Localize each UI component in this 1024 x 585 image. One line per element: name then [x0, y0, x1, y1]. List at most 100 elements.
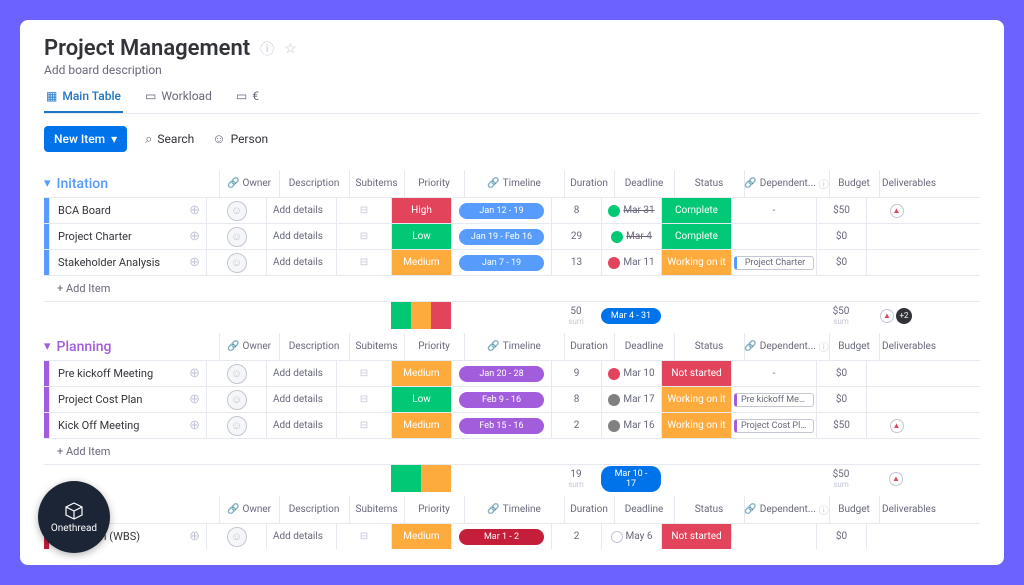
budget-cell[interactable]: $0: [816, 387, 866, 412]
table-row[interactable]: Kick Off Meeting⊕ ☺ Add details ⊟ Medium…: [44, 412, 980, 438]
owner-cell[interactable]: ☺: [206, 224, 266, 249]
deliverable-dot[interactable]: ▲: [890, 419, 904, 433]
col-dependent[interactable]: 🔗Dependent...ⓘ: [744, 496, 829, 523]
priority-cell[interactable]: High: [391, 198, 451, 223]
budget-cell[interactable]: $50: [816, 413, 866, 438]
description-cell[interactable]: Add details: [266, 524, 336, 549]
col-priority[interactable]: Priority: [404, 333, 464, 360]
avatar-icon[interactable]: ☺: [227, 416, 247, 436]
status-cell[interactable]: Complete: [661, 198, 731, 223]
expand-icon[interactable]: ⊕: [189, 392, 200, 407]
item-name[interactable]: BCA Board⊕: [49, 198, 206, 223]
col-budget[interactable]: Budget: [829, 333, 879, 360]
description-cell[interactable]: Add details: [266, 250, 336, 275]
more-badge[interactable]: +2: [896, 308, 912, 324]
owner-cell[interactable]: ☺: [206, 198, 266, 223]
subitems-cell[interactable]: ⊟: [336, 524, 391, 549]
deliverables-cell[interactable]: [866, 224, 926, 249]
col-duration[interactable]: Duration: [564, 333, 614, 360]
col-status[interactable]: Status: [674, 170, 744, 197]
deadline-cell[interactable]: Mar 4: [601, 224, 661, 249]
subitems-cell[interactable]: ⊟: [336, 361, 391, 386]
table-row[interactable]: Project Charter⊕ ☺ Add details ⊟ Low Jan…: [44, 223, 980, 249]
table-row[interactable]: BCA Board⊕ ☺ Add details ⊟ High Jan 12 -…: [44, 197, 980, 223]
person-filter-button[interactable]: ☺ Person: [212, 131, 268, 147]
col-owner[interactable]: 🔗Owner: [219, 496, 279, 523]
deadline-cell[interactable]: Mar 10: [601, 361, 661, 386]
info-icon[interactable]: ⓘ: [260, 39, 274, 59]
summary-deadline[interactable]: Mar 4 - 31: [601, 302, 661, 329]
deliverable-dot[interactable]: ▲: [880, 309, 894, 323]
col-duration[interactable]: Duration: [564, 496, 614, 523]
col-priority[interactable]: Priority: [404, 496, 464, 523]
group-name[interactable]: Planning: [57, 339, 219, 355]
dependent-cell[interactable]: -: [731, 198, 816, 223]
item-name[interactable]: Kick Off Meeting⊕: [49, 413, 206, 438]
owner-cell[interactable]: ☺: [206, 361, 266, 386]
group-name[interactable]: Initation: [57, 176, 219, 192]
col-budget[interactable]: Budget: [829, 496, 879, 523]
priority-cell[interactable]: Medium: [391, 524, 451, 549]
avatar-icon[interactable]: ☺: [227, 527, 247, 547]
budget-cell[interactable]: $0: [816, 250, 866, 275]
add-item-row[interactable]: + Add Item: [44, 438, 980, 464]
item-name[interactable]: Stakeholder Analysis⊕: [49, 250, 206, 275]
timeline-cell[interactable]: Jan 20 - 28: [451, 361, 551, 386]
timeline-cell[interactable]: Jan 19 - Feb 16: [451, 224, 551, 249]
avatar-icon[interactable]: ☺: [227, 364, 247, 384]
col-deliverables[interactable]: Deliverables: [879, 170, 939, 197]
new-item-button[interactable]: New Item ▾: [44, 126, 127, 152]
table-row[interactable]: Project Cost Plan⊕ ☺ Add details ⊟ Low F…: [44, 386, 980, 412]
deliverables-cell[interactable]: [866, 524, 926, 549]
col-deliverables[interactable]: Deliverables: [879, 496, 939, 523]
deliverables-cell[interactable]: ▲: [866, 198, 926, 223]
table-row[interactable]: Pre kickoff Meeting⊕ ☺ Add details ⊟ Med…: [44, 360, 980, 386]
summary-priority[interactable]: [391, 302, 451, 329]
dependent-cell[interactable]: Project Cost Plan: [731, 413, 816, 438]
col-deadline[interactable]: Deadline: [614, 333, 674, 360]
star-icon[interactable]: ☆: [284, 41, 297, 57]
deadline-cell[interactable]: May 6: [601, 524, 661, 549]
expand-icon[interactable]: ⊕: [189, 229, 200, 244]
owner-cell[interactable]: ☺: [206, 413, 266, 438]
deadline-cell[interactable]: Mar 11: [601, 250, 661, 275]
deliverables-cell[interactable]: [866, 250, 926, 275]
expand-icon[interactable]: ⊕: [189, 255, 200, 270]
budget-cell[interactable]: $50: [816, 198, 866, 223]
col-timeline[interactable]: 🔗Timeline: [464, 170, 564, 197]
item-name[interactable]: Pre kickoff Meeting⊕: [49, 361, 206, 386]
col-description[interactable]: Description: [279, 496, 349, 523]
deliverables-cell[interactable]: ▲: [866, 413, 926, 438]
dependency-pill[interactable]: Project Cost Plan: [734, 419, 814, 433]
duration-cell[interactable]: 8: [551, 387, 601, 412]
col-deliverables[interactable]: Deliverables: [879, 333, 939, 360]
deliverable-dot[interactable]: ▲: [889, 472, 903, 486]
col-timeline[interactable]: 🔗Timeline: [464, 333, 564, 360]
deadline-cell[interactable]: Mar 17: [601, 387, 661, 412]
col-owner[interactable]: 🔗Owner: [219, 170, 279, 197]
timeline-cell[interactable]: Feb 15 - 16: [451, 413, 551, 438]
status-cell[interactable]: Not started: [661, 361, 731, 386]
col-deadline[interactable]: Deadline: [614, 496, 674, 523]
duration-cell[interactable]: 29: [551, 224, 601, 249]
priority-cell[interactable]: Low: [391, 224, 451, 249]
avatar-icon[interactable]: ☺: [227, 201, 247, 221]
deadline-cell[interactable]: Mar 16: [601, 413, 661, 438]
table-row[interactable]: oject Plan (WBS)⊕ ☺ Add details ⊟ Medium…: [44, 523, 980, 549]
col-status[interactable]: Status: [674, 496, 744, 523]
dependent-cell[interactable]: Project Charter: [731, 250, 816, 275]
owner-cell[interactable]: ☺: [206, 250, 266, 275]
budget-cell[interactable]: $0: [816, 361, 866, 386]
avatar-icon[interactable]: ☺: [227, 227, 247, 247]
duration-cell[interactable]: 13: [551, 250, 601, 275]
duration-cell[interactable]: 2: [551, 413, 601, 438]
item-name[interactable]: Project Charter⊕: [49, 224, 206, 249]
col-owner[interactable]: 🔗Owner: [219, 333, 279, 360]
description-cell[interactable]: Add details: [266, 413, 336, 438]
duration-cell[interactable]: 8: [551, 198, 601, 223]
deliverables-cell[interactable]: [866, 387, 926, 412]
dependent-cell[interactable]: [731, 224, 816, 249]
owner-cell[interactable]: ☺: [206, 524, 266, 549]
col-timeline[interactable]: 🔗Timeline: [464, 496, 564, 523]
deliverable-dot[interactable]: ▲: [890, 204, 904, 218]
